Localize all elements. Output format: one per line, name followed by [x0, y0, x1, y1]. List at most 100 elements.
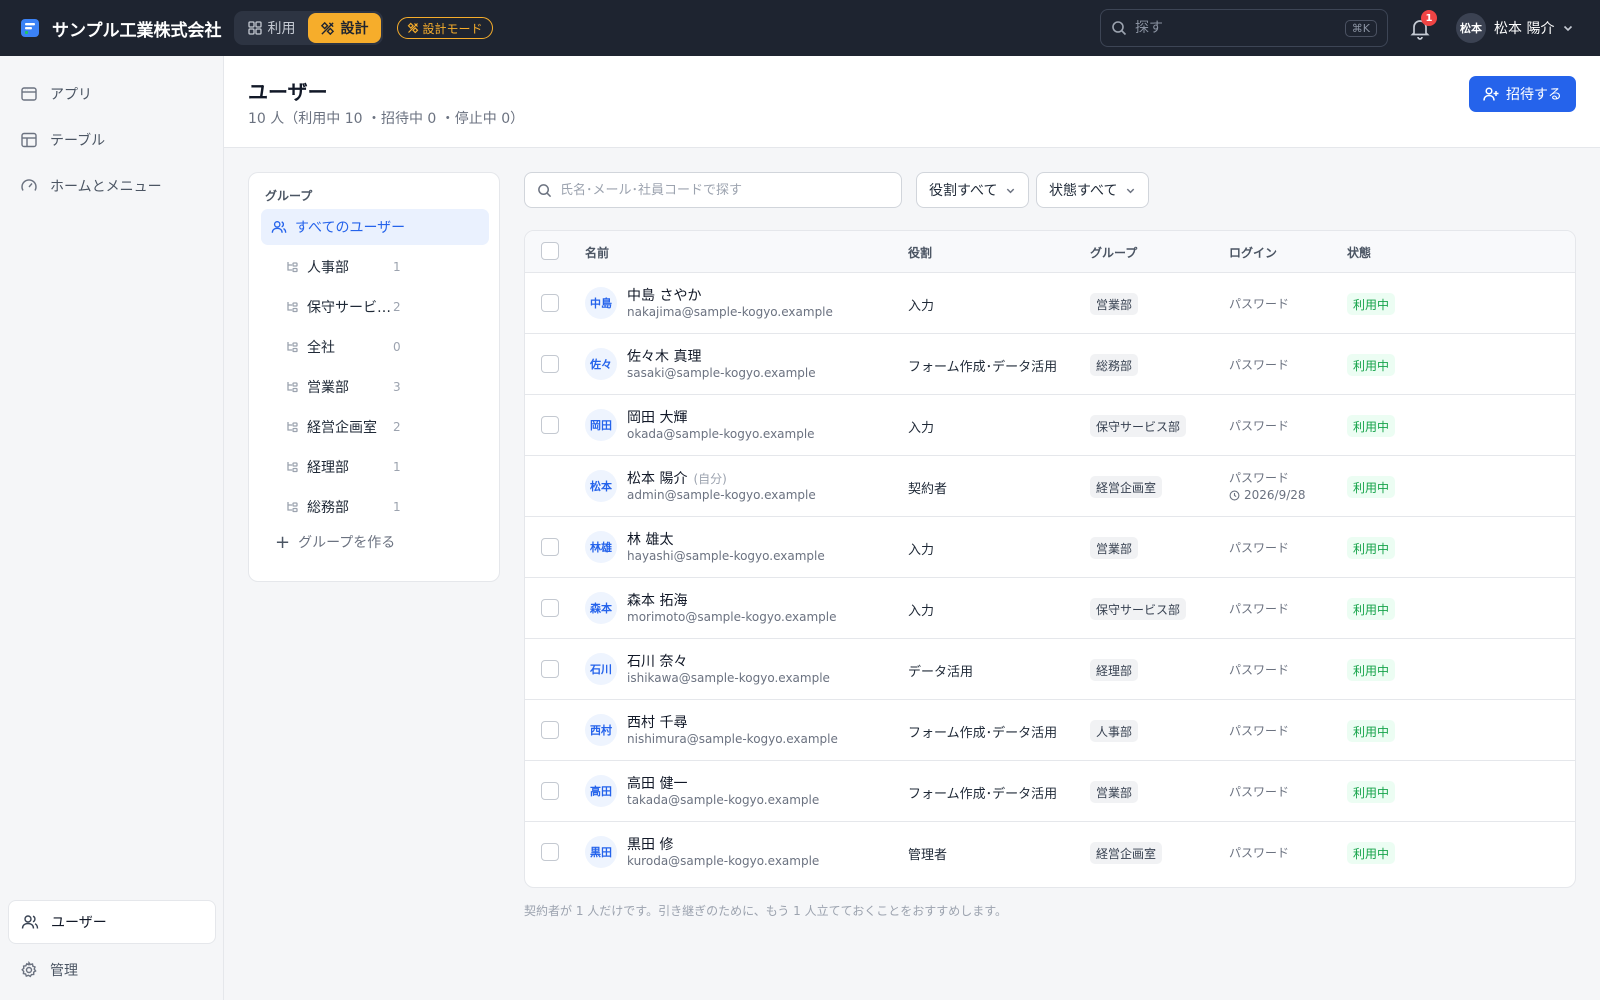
user-email: hayashi@sample-kogyo.example [627, 549, 825, 563]
user-name[interactable]: 高田 健一 [627, 773, 687, 793]
group-badge: 人事部 [1090, 720, 1139, 742]
create-group-button[interactable]: + グループを作る [275, 529, 395, 555]
user-name[interactable]: 中島 さやか [627, 285, 701, 305]
subgroup-icon [287, 342, 298, 353]
group-item[interactable]: 保守サービス部2 [285, 289, 485, 325]
user-role: フォーム作成･データ活用 [908, 726, 1058, 741]
user-name-text: 森本 拓海 [627, 593, 688, 609]
login-method: パスワード [1229, 541, 1290, 555]
user-name[interactable]: 岡田 大輝 [627, 407, 687, 427]
login-method: パスワード [1229, 602, 1290, 616]
user-role: 契約者 [908, 482, 948, 497]
user-email: nishimura@sample-kogyo.example [627, 732, 838, 746]
table-row[interactable]: 岡田 岡田 大輝 okada@sample-kogyo.example 入力 保守サービ… [525, 395, 1575, 456]
user-name[interactable]: 林 雄太 [627, 529, 673, 549]
global-search[interactable]: ⌘K [1100, 9, 1388, 47]
user-plus-icon [1483, 87, 1499, 101]
user-name[interactable]: 石川 奈々 [627, 651, 687, 671]
group-name: 経営企画室 [307, 420, 377, 436]
global-search-input[interactable] [1135, 20, 1345, 36]
table-row[interactable]: 林雄林 雄太 hayashi@sample-kogyo.example 入力 営業部 パ… [525, 517, 1575, 578]
group-item[interactable]: 総務部 1 [285, 489, 485, 525]
group-count: 1 [393, 500, 401, 514]
table-row[interactable]: 森本 森本 拓海 morimoto@sample-kogyo.example 入力 保守… [525, 578, 1575, 639]
status-badge: 利用中 [1347, 659, 1396, 681]
sidebar: アプリ テーブル ホームとメニュー ユーザー 管理 [0, 56, 224, 1000]
user-search[interactable] [524, 172, 902, 208]
row-checkbox[interactable] [541, 721, 559, 739]
status-badge: 利用中 [1347, 842, 1396, 864]
user-role: 入力 [908, 543, 935, 558]
table-row[interactable]: 中島 中島 さやか nakajima@sample-kogyo.example 入力 営… [525, 273, 1575, 334]
role-filter[interactable]: 役割すべて [916, 172, 1030, 208]
subgroup-icon [287, 262, 298, 273]
sidebar-item-users[interactable]: ユーザー [8, 900, 216, 944]
table-header: 名前 役割 グループ ログイン 状態 [525, 231, 1575, 273]
user-role: フォーム作成･データ活用 [908, 787, 1058, 802]
mode-design-button[interactable]: 設計 [307, 13, 381, 43]
row-checkbox[interactable] [541, 599, 559, 617]
row-checkbox[interactable] [541, 843, 559, 861]
chevron-down-icon [1564, 25, 1573, 32]
design-mode-badge: 設計モード [396, 17, 493, 39]
row-checkbox[interactable] [541, 416, 559, 434]
chevron-down-icon [1007, 188, 1015, 193]
user-name[interactable]: 松本 陽介 (自分) [627, 468, 727, 488]
column-login[interactable]: ログイン [1229, 244, 1277, 261]
page-header: ユーザー 10 人（利用中 10 ・招待中 0 ・停止中 0） 招待する [224, 56, 1600, 148]
select-all-checkbox[interactable] [541, 242, 559, 260]
group-panel: グループ すべてのユーザー 人事部1保守サービス部2全社0営業部3経営企画室2経… [248, 172, 500, 582]
column-group[interactable]: グループ [1090, 244, 1137, 261]
group-item[interactable]: 人事部 1 [285, 249, 485, 285]
table-row[interactable]: 佐々 佐々木 真理 sasaki@sample-kogyo.example フォーム作… [525, 334, 1575, 395]
sidebar-item-apps[interactable]: アプリ [8, 74, 215, 114]
row-checkbox[interactable] [541, 538, 559, 556]
user-name[interactable]: 森本 拓海 [627, 590, 687, 610]
column-name[interactable]: 名前 [585, 244, 609, 261]
column-status[interactable]: 状態 [1347, 244, 1371, 261]
group-panel-title: グループ [265, 189, 313, 203]
group-item[interactable]: 全社 0 [285, 329, 485, 365]
column-role[interactable]: 役割 [908, 244, 932, 261]
mode-use-button[interactable]: 利用 [236, 13, 308, 43]
status-badge: 利用中 [1347, 415, 1396, 437]
user-menu[interactable]: 松本 松本 陽介 [1456, 12, 1574, 44]
table-row[interactable]: 黒田 黒田 修 kuroda@sample-kogyo.example 管理者 経営企画… [525, 822, 1575, 883]
brand[interactable]: サンプル工業株式会社 [20, 0, 222, 56]
company-name: サンプル工業株式会社 [52, 20, 222, 41]
status-filter[interactable]: 状態すべて [1036, 172, 1150, 208]
user-name[interactable]: 佐々木 真理 [627, 346, 701, 366]
login-method: パスワード [1229, 846, 1290, 860]
invite-button[interactable]: 招待する [1469, 76, 1576, 112]
table-row[interactable]: 西村 西村 千尋 nishimura@sample-kogyo.example フォー… [525, 700, 1575, 761]
sidebar-item-home-menu[interactable]: ホームとメニュー [8, 166, 215, 206]
row-checkbox[interactable] [541, 355, 559, 373]
user-email: nakajima@sample-kogyo.example [627, 305, 833, 319]
group-item[interactable]: 経営企画室 2 [285, 409, 485, 445]
status-badge: 利用中 [1347, 293, 1396, 315]
group-badge: 保守サービス部 [1090, 415, 1187, 437]
group-name: 人事部 [307, 260, 349, 276]
group-all-users[interactable]: すべてのユーザー [261, 209, 489, 245]
table-icon [21, 132, 37, 148]
row-checkbox[interactable] [541, 660, 559, 678]
group-item[interactable]: 営業部 3 [285, 369, 485, 405]
sidebar-item-label: 管理 [50, 963, 78, 979]
status-badge: 利用中 [1347, 781, 1396, 803]
table-row[interactable]: 石川 石川 奈々 ishikawa@sample-kogyo.example データ活… [525, 639, 1575, 700]
group-item[interactable]: 経理部 1 [285, 449, 485, 485]
user-name[interactable]: 黒田 修 [627, 834, 673, 854]
table-row[interactable]: 高田 高田 健一 takada@sample-kogyo.example フォーム作成… [525, 761, 1575, 822]
group-count: 2 [393, 300, 401, 314]
sidebar-item-tables[interactable]: テーブル [8, 120, 215, 160]
user-name-text: 石川 奈々 [627, 654, 688, 670]
login-method: パスワード [1229, 471, 1290, 485]
sidebar-item-admin[interactable]: 管理 [8, 950, 216, 990]
user-name[interactable]: 西村 千尋 [627, 712, 687, 732]
user-search-input[interactable] [560, 182, 901, 198]
table-row[interactable]: 松本 松本 陽介 (自分) admin@sample-kogyo.example 契約者… [525, 456, 1575, 517]
group-count: 0 [393, 340, 401, 354]
login-date-text: 2026/9/28 [1244, 488, 1306, 502]
row-checkbox[interactable] [541, 294, 559, 312]
row-checkbox[interactable] [541, 782, 559, 800]
